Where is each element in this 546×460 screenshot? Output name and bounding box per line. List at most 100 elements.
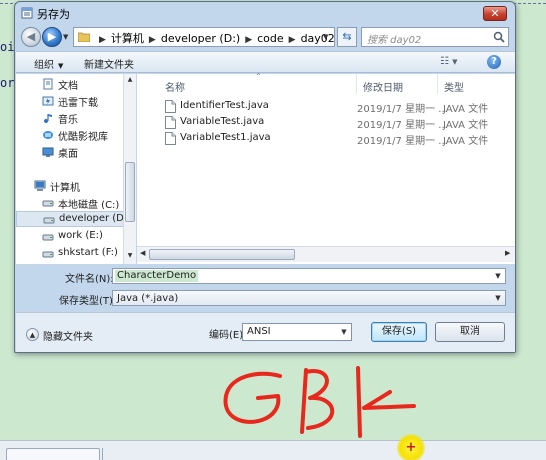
scroll-down-icon[interactable]: ▼ bbox=[125, 252, 135, 259]
filetype-value: Java (*.java) bbox=[117, 293, 179, 304]
search-input[interactable]: 搜索 day02 bbox=[361, 27, 509, 47]
organize-menu[interactable]: 组织 ▼ bbox=[34, 56, 63, 71]
close-button[interactable]: ✕ bbox=[483, 6, 507, 21]
notepad-icon bbox=[21, 7, 33, 19]
file-icon bbox=[165, 132, 176, 145]
refresh-button[interactable]: ⇆ bbox=[337, 27, 357, 47]
encoding-select[interactable]: ANSI ▼ bbox=[242, 323, 352, 341]
filetype-label: 保存类型(T): bbox=[59, 296, 117, 307]
nav-item-drive-f[interactable]: shkstart (F:) bbox=[16, 246, 134, 262]
drive-icon bbox=[42, 200, 54, 207]
nav-item-label: 优酷影视库 bbox=[58, 132, 108, 143]
editor-text-fragment: or bbox=[0, 76, 15, 90]
file-name: VariableTest1.java bbox=[180, 132, 271, 143]
file-row[interactable]: VariableTest.java 2019/1/7 星期一 ... JAVA … bbox=[159, 114, 509, 131]
nav-item-label: 音乐 bbox=[58, 115, 78, 126]
sort-ascending-icon: ⌃ bbox=[255, 72, 262, 81]
filename-field[interactable]: CharacterDemo ▼ bbox=[112, 268, 506, 284]
breadcrumb-chevron-icon[interactable]: ▶ bbox=[284, 35, 301, 45]
view-options-button[interactable]: ☷ ▼ bbox=[440, 56, 470, 67]
nav-item-label: developer (D:) bbox=[59, 213, 132, 224]
breadcrumb-chevron-icon[interactable]: ▶ bbox=[144, 35, 161, 45]
file-date: 2019/1/7 星期一 ... bbox=[357, 136, 448, 147]
chevron-down-icon[interactable]: ▼ bbox=[338, 326, 350, 338]
back-arrow-icon: ◀ bbox=[26, 30, 36, 43]
dialog-footer: ▲ 隐藏文件夹 编码(E): ANSI ▼ 保存(S) 取消 bbox=[16, 312, 515, 352]
nav-item-computer[interactable]: 计算机 bbox=[16, 178, 134, 194]
file-row[interactable]: VariableTest1.java 2019/1/7 星期一 ... JAVA… bbox=[159, 130, 509, 147]
nav-item-thunder-downloads[interactable]: 迅雷下载 bbox=[16, 93, 134, 109]
breadcrumb-chevron-icon: ▶ bbox=[99, 35, 106, 45]
nav-item-video-library[interactable]: 优酷影视库 bbox=[16, 127, 134, 143]
view-grid-icon: ☷ bbox=[440, 56, 449, 67]
nav-item-label: 文档 bbox=[58, 81, 78, 92]
file-list-horizontal-scrollbar[interactable]: ◀ ▶ bbox=[137, 246, 515, 262]
scroll-up-icon[interactable]: ▲ bbox=[125, 76, 135, 83]
thunder-download-icon bbox=[42, 96, 54, 106]
search-placeholder: 搜索 day02 bbox=[367, 35, 422, 46]
forward-arrow-icon: ▶ bbox=[47, 30, 57, 43]
chevron-down-icon[interactable]: ▼ bbox=[492, 270, 504, 282]
forward-button[interactable]: ▶ bbox=[42, 27, 62, 47]
file-type: JAVA 文件 bbox=[443, 120, 489, 131]
document-library-icon bbox=[43, 78, 53, 90]
nav-item-drive-e[interactable]: work (E:) bbox=[16, 229, 134, 245]
organize-label: 组织 bbox=[34, 60, 54, 71]
chevron-up-icon: ▲ bbox=[26, 328, 39, 341]
recent-locations-dropdown-icon[interactable]: ▼ bbox=[63, 33, 71, 41]
nav-item-drive-d[interactable]: developer (D:) bbox=[16, 211, 134, 227]
breadcrumb-item[interactable]: code bbox=[257, 32, 284, 45]
folder-icon bbox=[78, 32, 90, 42]
encoding-value: ANSI bbox=[247, 326, 271, 337]
file-list: ⌃ 名称 修改日期 类型 IdentifierTest.java 2019/1/… bbox=[137, 72, 515, 264]
command-bar: 组织 ▼ 新建文件夹 ☷ ▼ ? bbox=[16, 51, 515, 73]
nav-item-label: shkstart (F:) bbox=[58, 247, 118, 258]
drive-icon bbox=[42, 251, 54, 258]
filename-label: 文件名(N): bbox=[65, 274, 114, 285]
scrollbar-thumb[interactable] bbox=[149, 249, 295, 260]
navigation-pane: 文档 迅雷下载 音乐 优酷影视库 桌面 计算机 本地磁盘 (C:) develo… bbox=[16, 74, 136, 264]
file-type: JAVA 文件 bbox=[443, 136, 489, 147]
file-row[interactable]: IdentifierTest.java 2019/1/7 星期一 ... JAV… bbox=[159, 98, 509, 115]
breadcrumb-item[interactable]: day02 bbox=[301, 32, 335, 45]
nav-item-music[interactable]: 音乐 bbox=[16, 110, 134, 126]
address-bar[interactable]: ▶ 计算机 ▶ developer (D:) ▶ code ▶ day02 ▼ bbox=[73, 27, 335, 47]
search-icon[interactable] bbox=[493, 31, 505, 43]
file-icon bbox=[165, 116, 176, 129]
editor-tab[interactable] bbox=[6, 448, 100, 460]
scroll-left-icon[interactable]: ◀ bbox=[140, 249, 145, 257]
nav-item-drive-c[interactable]: 本地磁盘 (C:) bbox=[16, 195, 134, 211]
column-header-date[interactable]: 修改日期 bbox=[356, 74, 403, 94]
nav-item-documents[interactable]: 文档 bbox=[16, 76, 134, 92]
nav-item-label: 迅雷下载 bbox=[58, 98, 98, 109]
column-header-type[interactable]: 类型 bbox=[437, 74, 464, 94]
hide-folders-label: 隐藏文件夹 bbox=[43, 332, 93, 343]
cursor-highlight: + bbox=[397, 434, 425, 460]
address-dropdown-icon[interactable]: ▼ bbox=[323, 33, 328, 41]
dialog-titlebar[interactable]: 另存为 ✕ bbox=[15, 2, 515, 24]
filename-value: CharacterDemo bbox=[115, 270, 199, 282]
file-name: VariableTest.java bbox=[180, 116, 265, 127]
new-folder-button[interactable]: 新建文件夹 bbox=[84, 56, 134, 71]
chevron-down-icon: ▼ bbox=[58, 62, 64, 70]
refresh-icon: ⇆ bbox=[342, 30, 352, 43]
nav-item-label: work (E:) bbox=[58, 230, 103, 241]
column-header-name[interactable]: 名称 bbox=[165, 74, 185, 94]
breadcrumb-item[interactable]: 计算机 bbox=[111, 32, 144, 45]
help-icon[interactable]: ? bbox=[487, 55, 501, 69]
save-button[interactable]: 保存(S) bbox=[371, 322, 427, 342]
editor-text-fragment: oi bbox=[0, 40, 15, 54]
nav-item-desktop[interactable]: 桌面 bbox=[16, 144, 134, 160]
filetype-select[interactable]: Java (*.java) ▼ bbox=[112, 290, 506, 306]
breadcrumb-chevron-icon[interactable]: ▶ bbox=[240, 35, 257, 45]
breadcrumb-item[interactable]: developer (D:) bbox=[161, 32, 240, 45]
cancel-button[interactable]: 取消 bbox=[435, 322, 505, 342]
file-date: 2019/1/7 星期一 ... bbox=[357, 120, 448, 131]
computer-icon bbox=[34, 180, 46, 191]
chevron-down-icon[interactable]: ▼ bbox=[492, 292, 504, 304]
scroll-right-icon[interactable]: ▶ bbox=[505, 249, 510, 257]
navigation-scrollbar[interactable]: ▲ ▼ bbox=[123, 74, 136, 264]
chevron-down-icon: ▼ bbox=[452, 58, 458, 66]
scrollbar-thumb[interactable] bbox=[125, 162, 135, 222]
back-button[interactable]: ◀ bbox=[21, 27, 41, 47]
